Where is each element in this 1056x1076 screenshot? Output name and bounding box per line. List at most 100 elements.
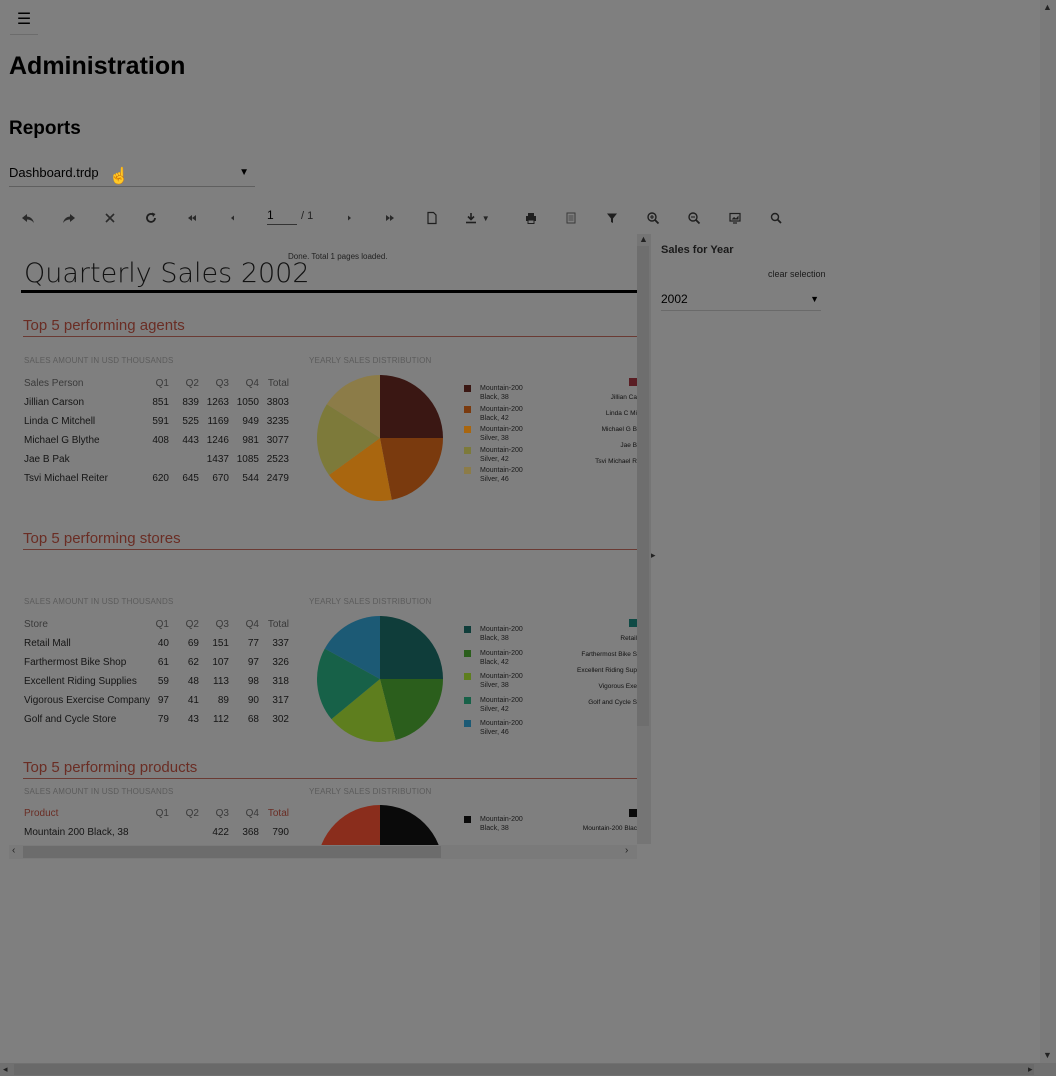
secondary-legend-label: Mountain-200 Blac — [582, 825, 637, 832]
column-header: Total — [267, 808, 289, 819]
secondary-legend-label: Michael G B — [601, 426, 637, 433]
table-cell: Vigorous Exercise Company — [24, 695, 150, 706]
section-title: Top 5 performing agents — [23, 317, 185, 334]
legend-label: Mountain-200 Black, 42 — [480, 405, 523, 422]
table-header-row: Store Q1 Q2 Q3 Q4 Total — [24, 619, 294, 633]
legend-label: Mountain-200 Silver, 38 — [480, 426, 523, 442]
table-cell: 97 — [157, 695, 169, 706]
filter-icon[interactable] — [599, 204, 625, 230]
table-cell: Michael G Blythe — [24, 435, 100, 446]
back-icon[interactable] — [15, 204, 41, 230]
page-vertical-scrollbar[interactable]: ▲ ▼ — [1040, 0, 1056, 1063]
page-horizontal-scrollbar[interactable]: ◂ ▸ — [0, 1063, 1056, 1076]
table-cell: 851 — [152, 397, 169, 408]
toggle-zoom-icon[interactable] — [722, 204, 748, 230]
legend-swatch — [464, 649, 471, 657]
scroll-up-icon[interactable]: ▲ — [639, 234, 648, 244]
first-page-icon[interactable] — [179, 204, 205, 230]
table-cell: 68 — [247, 714, 259, 725]
zoom-out-icon[interactable] — [681, 204, 707, 230]
export-icon[interactable]: ▼ — [460, 204, 494, 230]
column-header: Store — [24, 619, 48, 630]
stop-icon[interactable] — [97, 204, 123, 230]
pie-chart — [317, 375, 443, 501]
legend-swatch — [464, 426, 471, 433]
viewer-vertical-scrollbar[interactable]: ▲ ▸ — [637, 234, 656, 844]
legend-swatch — [464, 720, 471, 727]
scroll-left-icon[interactable]: ‹ — [12, 845, 15, 856]
print-preview-icon[interactable] — [419, 204, 445, 230]
column-header: Q4 — [245, 619, 259, 630]
page-scroll-right-icon[interactable]: ▸ — [1028, 1064, 1033, 1075]
table-caption: SALES AMOUNT IN USD THOUSANDS — [24, 787, 174, 796]
legend-label: Mountain-200 Silver, 42 — [480, 696, 523, 713]
table-row: Vigorous Exercise Company 97 41 89 90 317 — [24, 695, 294, 709]
page-scroll-down-icon[interactable]: ▼ — [1043, 1050, 1052, 1060]
refresh-icon[interactable] — [138, 204, 164, 230]
secondary-legend-label: Excellent Riding Sup — [577, 667, 637, 674]
table-cell: 97 — [247, 657, 259, 668]
prev-page-icon[interactable] — [220, 204, 246, 230]
column-header: Total — [267, 619, 289, 630]
last-page-icon[interactable] — [377, 204, 403, 230]
table-cell: 48 — [187, 676, 199, 687]
report-selector[interactable]: Dashboard.trdp ▼ — [9, 160, 255, 187]
table-cell: 3235 — [266, 416, 289, 427]
column-header: Q2 — [185, 619, 199, 630]
search-icon[interactable] — [763, 204, 789, 230]
viewer-horizontal-scrollbar[interactable]: ‹ › — [9, 845, 637, 859]
column-header: Q4 — [245, 378, 259, 389]
table-cell: Mountain 200 Black, 38 — [24, 827, 129, 838]
legend-swatch — [464, 467, 471, 474]
secondary-legend-label: Linda C Mi — [605, 410, 637, 417]
next-page-icon[interactable] — [336, 204, 362, 230]
table-cell: 151 — [212, 638, 229, 649]
secondary-legend-label: Tsvi Michael R — [595, 458, 637, 465]
table-cell: 40 — [157, 638, 169, 649]
table-cell: 368 — [242, 827, 259, 838]
table-cell: 2523 — [266, 454, 289, 465]
section-title: Top 5 performing products — [23, 759, 198, 776]
column-header: Q3 — [215, 378, 229, 389]
print-icon[interactable] — [518, 204, 544, 230]
page-title: Administration — [9, 52, 186, 80]
table-caption: SALES AMOUNT IN USD THOUSANDS — [24, 597, 174, 606]
table-cell: 2479 — [266, 473, 289, 484]
pie-chart — [317, 616, 443, 742]
page-horizontal-scroll-thumb[interactable] — [14, 1064, 1034, 1075]
clear-selection-link[interactable]: clear selection — [768, 269, 826, 279]
table-cell: Tsvi Michael Reiter — [24, 473, 108, 484]
table-row: Golf and Cycle Store 79 43 112 68 302 — [24, 714, 294, 728]
table-cell: Excellent Riding Supplies — [24, 676, 137, 687]
year-selector[interactable]: 2002 ▼ — [661, 290, 821, 311]
table-cell: 61 — [157, 657, 169, 668]
table-cell: Jillian Carson — [24, 397, 85, 408]
viewer-vertical-scroll-thumb[interactable] — [637, 246, 649, 726]
table-cell: 318 — [272, 676, 289, 687]
table-cell: 1263 — [206, 397, 229, 408]
hamburger-icon: ☰ — [16, 11, 32, 28]
report-title: Quarterly Sales 2002 — [24, 258, 310, 289]
column-header: Q3 — [215, 619, 229, 630]
page-number-input[interactable]: 1 — [267, 208, 297, 225]
chart-caption: YEARLY SALES DISTRIBUTION — [309, 787, 432, 796]
table-cell: 302 — [272, 714, 289, 725]
legend-label: Mountain-200 Silver, 46 — [480, 720, 523, 736]
column-header: Q2 — [185, 808, 199, 819]
column-header: Q4 — [245, 808, 259, 819]
section-divider — [23, 778, 639, 779]
parameter-label: Sales for Year — [661, 244, 734, 256]
document-map-icon[interactable] — [558, 204, 584, 230]
zoom-in-icon[interactable] — [640, 204, 666, 230]
caret-down-icon: ▼ — [239, 167, 249, 178]
table-cell: 112 — [213, 714, 229, 725]
forward-icon[interactable] — [56, 204, 82, 230]
page-scroll-up-icon[interactable]: ▲ — [1043, 2, 1052, 12]
menu-button[interactable]: ☰ — [10, 8, 38, 35]
viewer-horizontal-scroll-thumb[interactable] — [23, 846, 441, 858]
table-cell: 79 — [157, 714, 169, 725]
secondary-legend-label: Jae B — [620, 442, 637, 449]
column-header: Sales Person — [24, 378, 84, 389]
page-scroll-left-icon[interactable]: ◂ — [3, 1064, 8, 1075]
scroll-right-icon[interactable]: › — [625, 845, 628, 856]
